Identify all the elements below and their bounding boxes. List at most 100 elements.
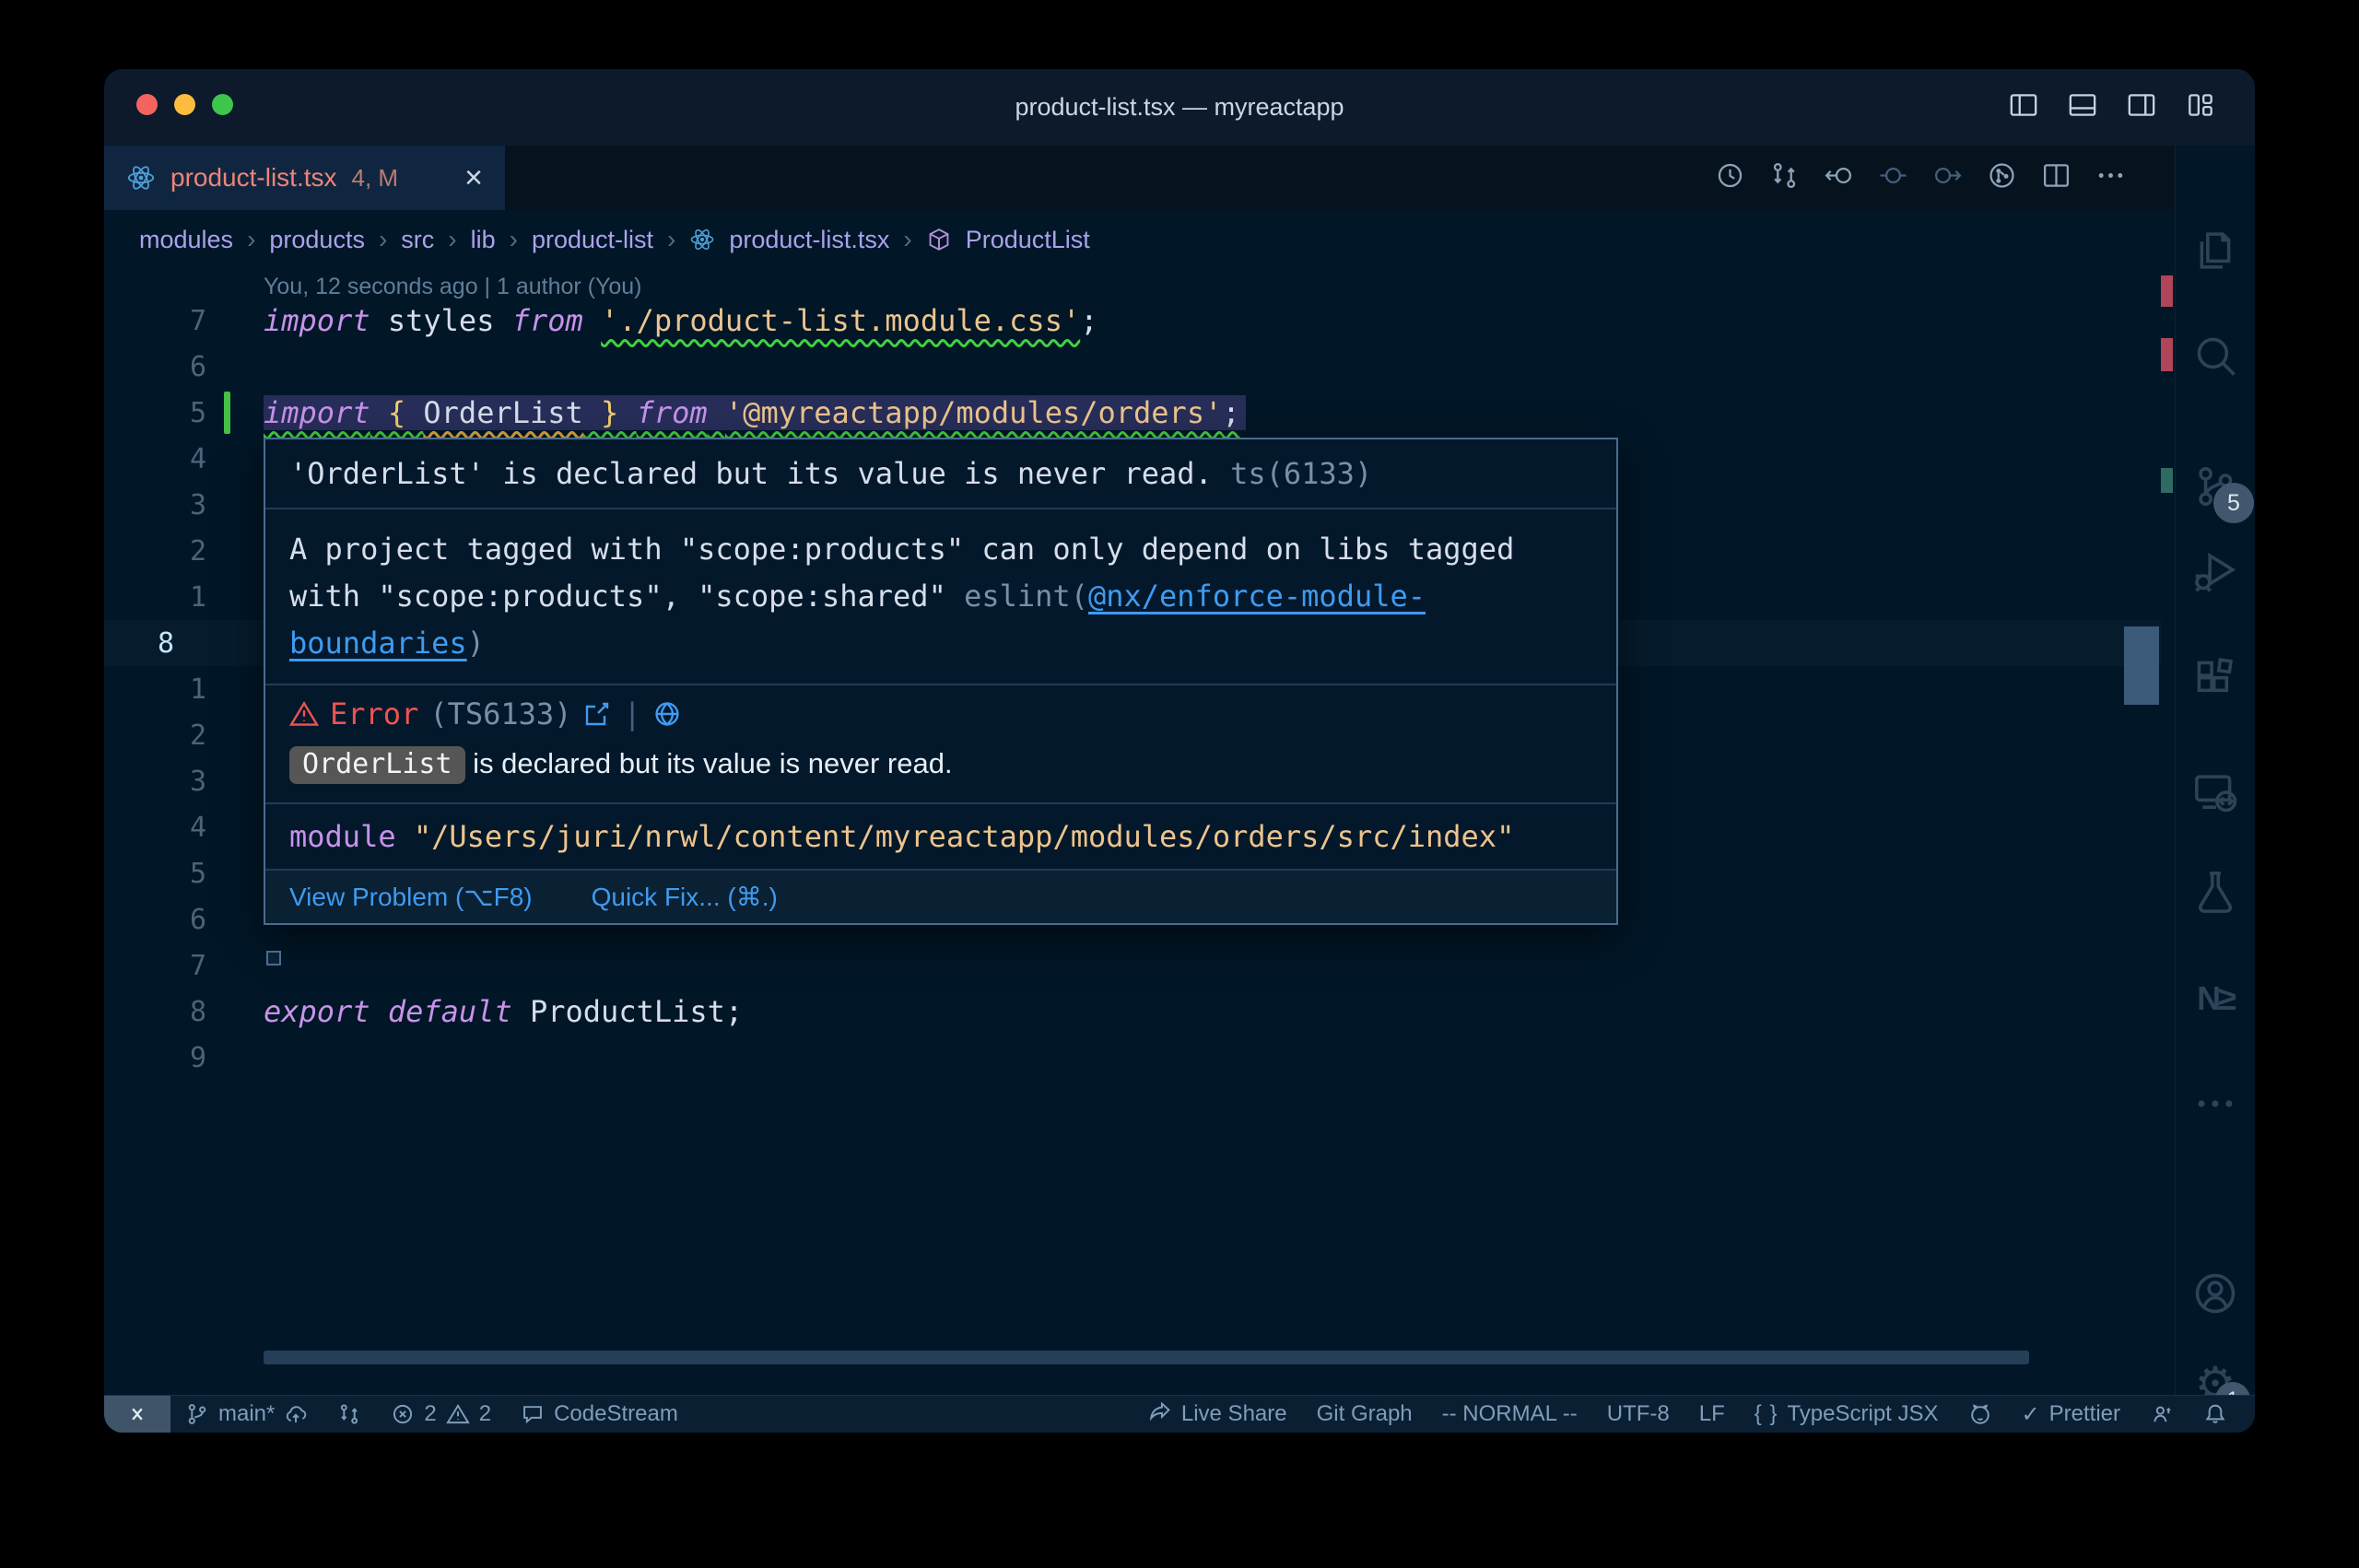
timeline-icon[interactable] [1715, 160, 1745, 195]
code-line[interactable]: 6 [104, 344, 2161, 390]
code-line[interactable]: 5import { OrderList } from '@myreactapp/… [104, 390, 2161, 436]
chip-message: is declared but its value is never read. [465, 747, 953, 779]
popup-summary-text: 'OrderList' is declared but its value is… [289, 456, 1230, 491]
run-debug-icon[interactable] [2191, 547, 2239, 595]
popup-eslint-message: A project tagged with "scope:products" c… [265, 508, 1616, 684]
code-token: from [637, 395, 708, 430]
popup-summary-code: ts(6133) [1230, 456, 1372, 491]
code-line[interactable]: 8export default ProductList; [104, 989, 2161, 1035]
line-number: 3 [104, 489, 206, 521]
next-change-icon[interactable] [1932, 160, 1963, 195]
source-control-icon[interactable]: 5 [2191, 462, 2239, 510]
status-git-graph[interactable]: Git Graph [1302, 1401, 1427, 1427]
breadcrumb-item[interactable]: modules [139, 226, 233, 254]
popup-error-row: Error (TS6133) | [265, 684, 1616, 739]
status-compare[interactable] [323, 1402, 376, 1426]
line-number: 7 [104, 305, 206, 337]
tab-product-list[interactable]: product-list.tsx 4, M × [104, 146, 505, 210]
error-label: Error [330, 696, 418, 731]
status-notifications[interactable] [2189, 1402, 2242, 1426]
status-github[interactable] [1954, 1402, 2007, 1426]
git-graph-label: Git Graph [1317, 1401, 1413, 1427]
more-views-icon[interactable] [2191, 1080, 2239, 1128]
breadcrumb-item[interactable]: product-list [532, 226, 653, 254]
status-live-share[interactable]: Live Share [1133, 1401, 1302, 1427]
code-text: export default ProductList; [264, 989, 743, 1035]
breadcrumb-item[interactable]: lib [471, 226, 496, 254]
globe-icon[interactable] [652, 699, 682, 729]
status-encoding[interactable]: UTF-8 [1592, 1401, 1684, 1427]
code-token: OrderList [423, 395, 582, 430]
account-icon[interactable] [2191, 1270, 2239, 1317]
breadcrumb-item[interactable]: ProductList [966, 226, 1090, 254]
popup-action-bar: View Problem (⌥F8) Quick Fix... (⌘.) [265, 869, 1616, 923]
status-branch[interactable]: main* [170, 1401, 323, 1427]
commit-graph-icon[interactable] [1987, 160, 2017, 195]
toggle-primary-sidebar-icon[interactable] [2008, 89, 2039, 125]
status-vim-mode[interactable]: -- NORMAL -- [1427, 1401, 1592, 1427]
code-line[interactable]: 7import styles from './product-list.modu… [104, 298, 2161, 344]
vim-mode-label: -- NORMAL -- [1442, 1401, 1578, 1427]
gitlens-codelens[interactable]: You, 12 seconds ago | 1 author (You) [264, 274, 642, 300]
quick-fix-link[interactable]: Quick Fix... (⌘.) [592, 882, 778, 912]
language-label: TypeScript JSX [1787, 1401, 1938, 1427]
status-problems[interactable]: 2 2 [376, 1401, 506, 1427]
overview-ruler[interactable] [2161, 270, 2175, 1395]
vscode-window: product-list.tsx — myreactapp product-li… [104, 69, 2255, 1433]
cloud-upload-icon [284, 1402, 308, 1426]
status-prettier[interactable]: ✓ Prettier [2007, 1401, 2135, 1428]
eslint-fn-close: ) [467, 626, 485, 661]
more-actions-icon[interactable] [2095, 160, 2126, 195]
breadcrumb-item[interactable]: products [269, 226, 365, 254]
horizontal-scrollbar[interactable] [264, 1351, 2029, 1364]
toggle-panel-icon[interactable] [2067, 89, 2098, 125]
link-separator: | [623, 696, 640, 731]
status-feedback[interactable] [2135, 1402, 2189, 1426]
encoding-label: UTF-8 [1607, 1401, 1670, 1427]
popup-resize-handle[interactable] [266, 951, 281, 965]
customize-layout-icon[interactable] [2185, 89, 2216, 125]
status-language[interactable]: { } TypeScript JSX [1740, 1401, 1954, 1427]
remote-explorer-icon[interactable] [2191, 768, 2239, 816]
tab-problem-badge: 4, M [352, 164, 399, 193]
check-icon: ✓ [2022, 1401, 2040, 1428]
line-number: 6 [104, 351, 206, 383]
external-link-icon[interactable] [582, 699, 612, 729]
extensions-icon[interactable] [2191, 655, 2239, 703]
remote-indicator[interactable] [104, 1396, 170, 1433]
live-share-label: Live Share [1181, 1401, 1287, 1427]
code-token: ; [1080, 303, 1097, 338]
testing-icon[interactable] [2191, 868, 2239, 916]
code-line[interactable]: 7 [104, 942, 2161, 989]
change-heatmap-icon[interactable] [1878, 160, 1908, 195]
previous-change-icon[interactable] [1824, 160, 1854, 195]
line-number: 3 [104, 766, 206, 798]
search-icon[interactable] [2191, 332, 2239, 380]
eslint-fn-open: eslint( [964, 579, 1088, 614]
error-hover-popup: 'OrderList' is declared but its value is… [264, 438, 1618, 925]
line-number: 5 [104, 858, 206, 890]
code-token: from [512, 303, 583, 338]
highlighted-statement: import { OrderList } from '@myreactapp/m… [264, 395, 1246, 430]
code-token: styles [370, 303, 512, 338]
window-title: product-list.tsx — myreactapp [104, 69, 2255, 146]
toggle-secondary-sidebar-icon[interactable] [2126, 89, 2157, 125]
explorer-icon[interactable] [2191, 227, 2239, 275]
error-code: (TS6133) [429, 696, 571, 731]
compare-changes-icon[interactable] [1769, 160, 1800, 195]
popup-summary: 'OrderList' is declared but its value is… [265, 439, 1616, 508]
split-editor-icon[interactable] [2041, 160, 2071, 195]
scrollbar-thumb[interactable] [2124, 626, 2159, 705]
line-number: 6 [104, 904, 206, 936]
code-token: import [264, 395, 370, 430]
prettier-label: Prettier [2049, 1401, 2120, 1427]
breadcrumb-item[interactable]: src [401, 226, 434, 254]
breadcrumb-item[interactable]: product-list.tsx [729, 226, 889, 254]
tab-close-icon[interactable]: × [464, 162, 483, 193]
status-codestream[interactable]: CodeStream [506, 1401, 693, 1427]
status-eol[interactable]: LF [1684, 1401, 1740, 1427]
code-line[interactable]: 9 [104, 1035, 2161, 1081]
compare-icon [337, 1402, 361, 1426]
view-problem-link[interactable]: View Problem (⌥F8) [289, 882, 533, 912]
nx-console-icon[interactable]: N≥ [2191, 975, 2239, 1023]
